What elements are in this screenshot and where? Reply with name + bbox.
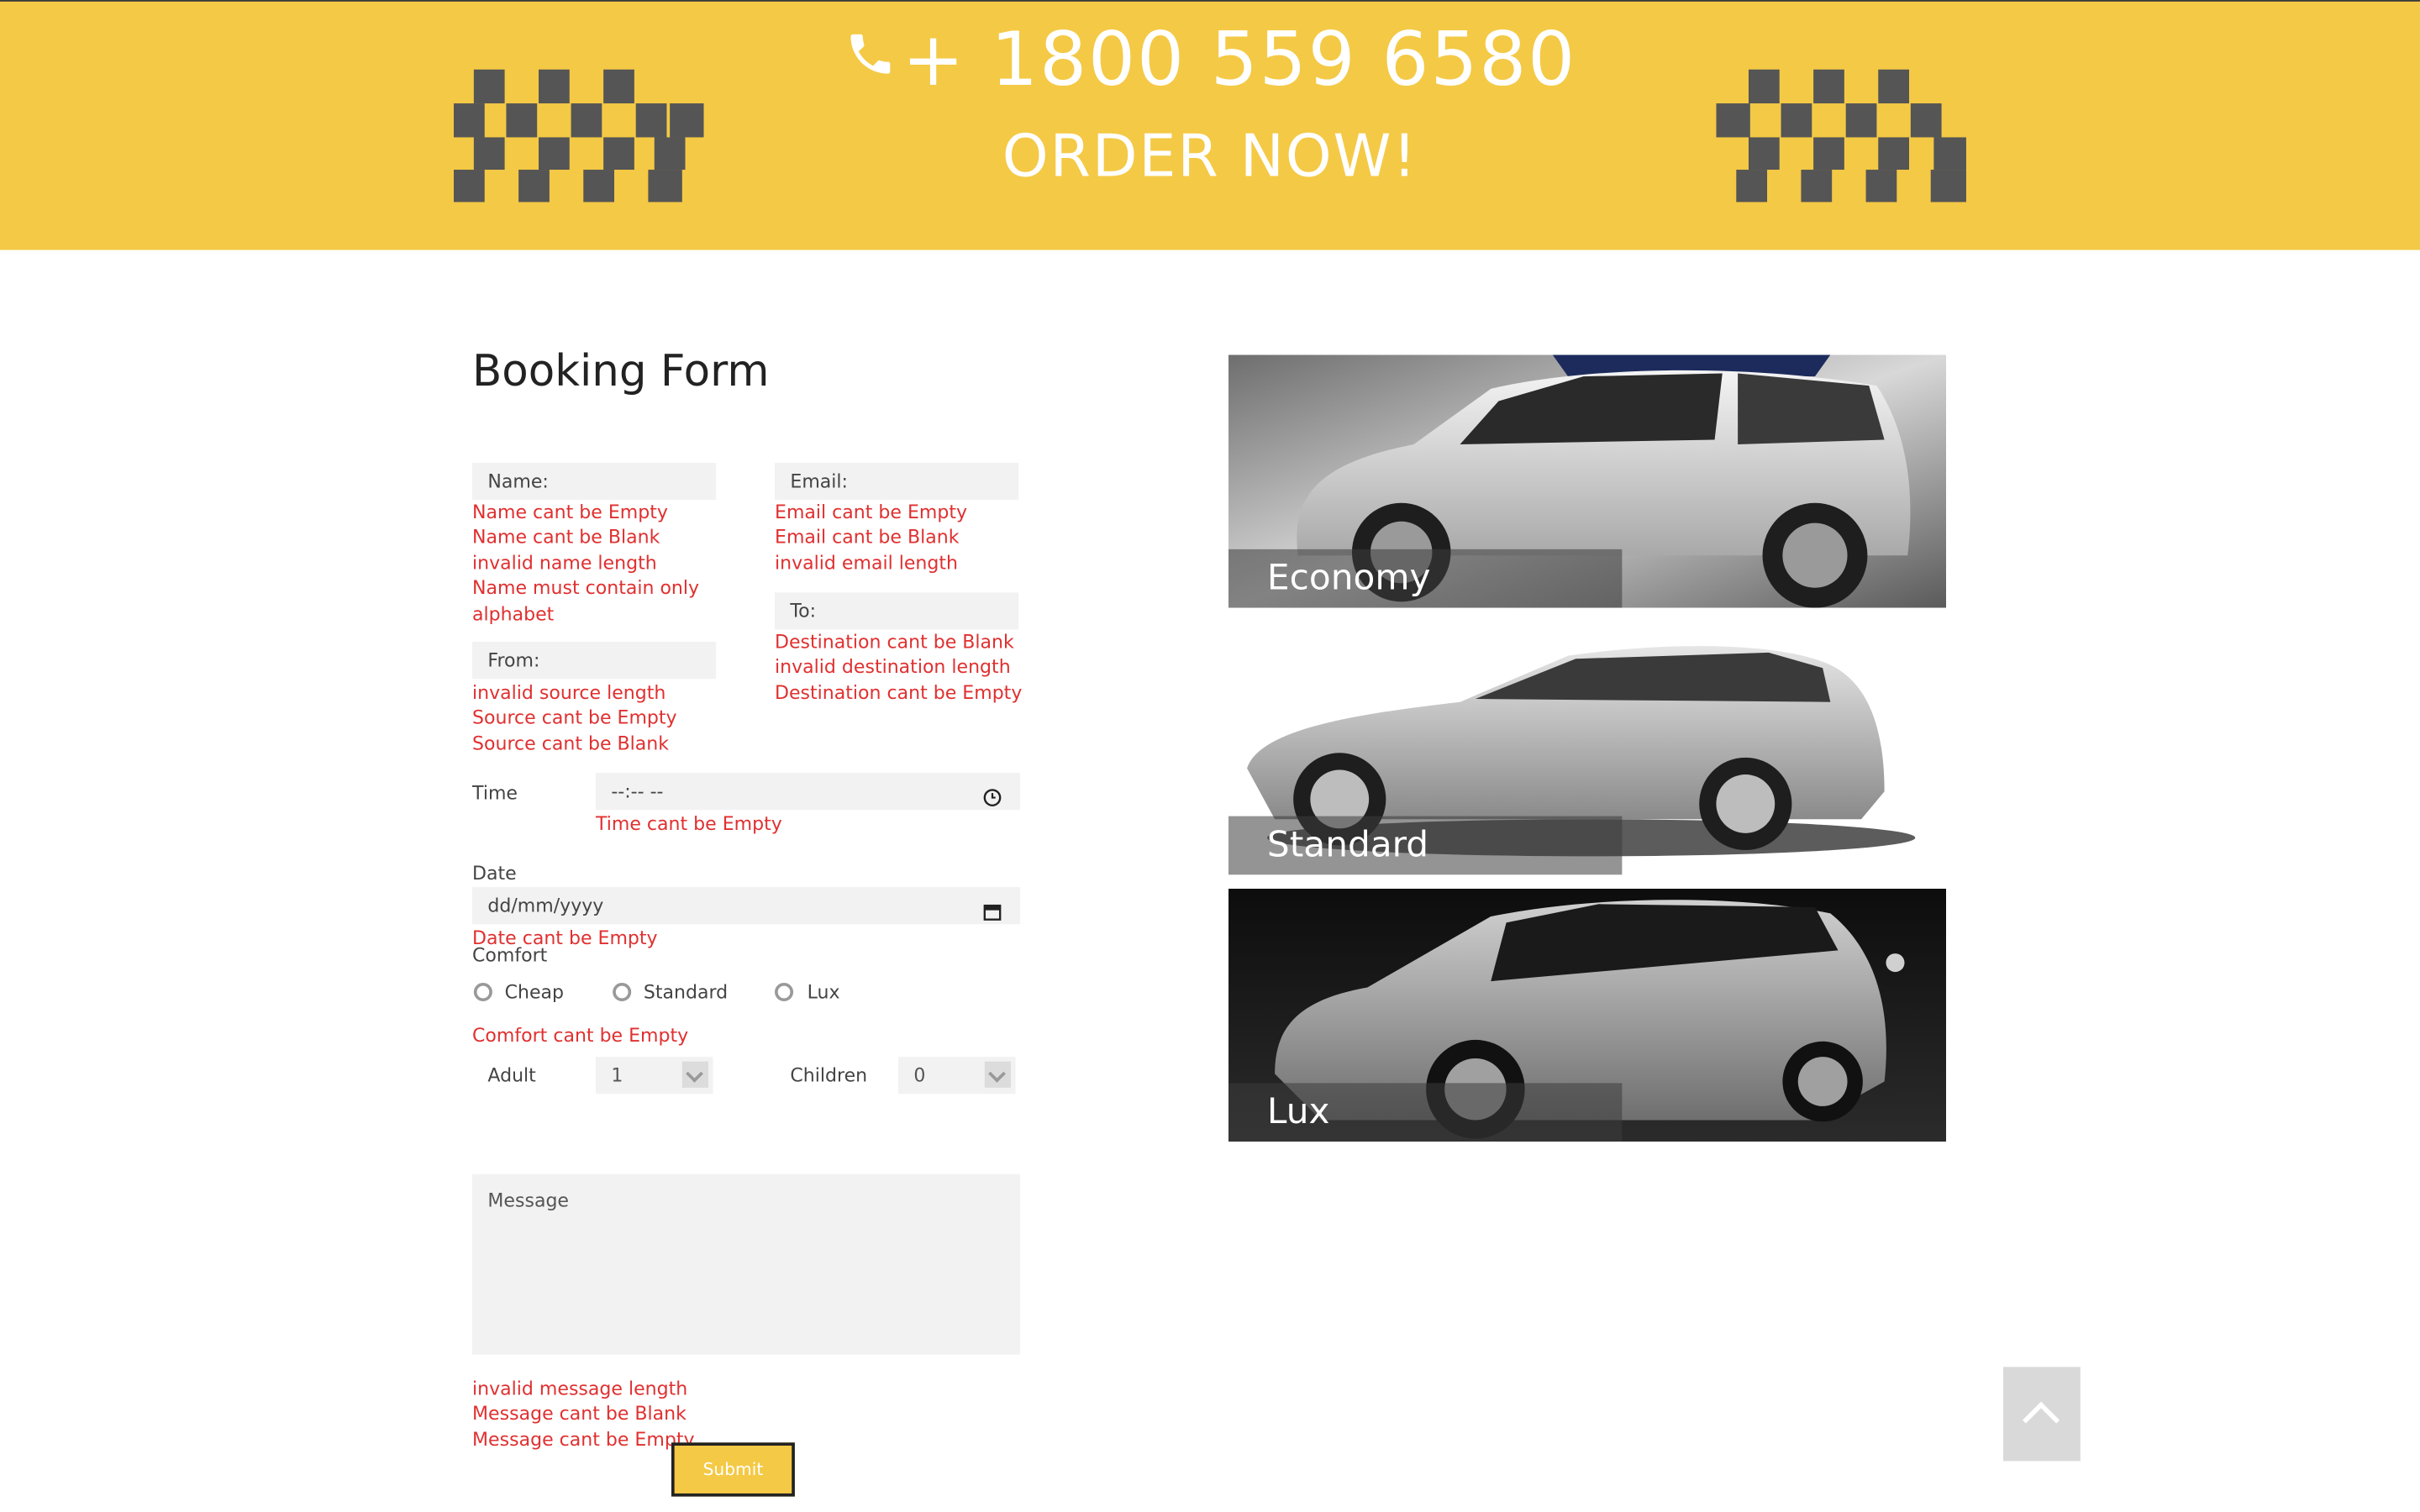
error-text: Source cant be Empty (472, 706, 677, 729)
car-card-economy[interactable]: Economy (1228, 354, 1947, 608)
error-text: invalid message length (472, 1378, 688, 1399)
car-label-lux: Lux (1228, 1083, 1623, 1142)
car-label-standard: Standard (1228, 816, 1623, 875)
time-input[interactable]: --:-- -- (595, 773, 1021, 811)
email-input[interactable]: Email: (775, 463, 1019, 501)
time-placeholder: --:-- -- (611, 780, 664, 803)
order-now-heading: ORDER NOW! (1002, 122, 1418, 190)
chevron-down-icon (984, 1061, 1012, 1088)
adult-select[interactable]: 1 (595, 1057, 713, 1095)
adult-value: 1 (611, 1064, 623, 1087)
error-text: Email cant be Empty (775, 501, 968, 523)
error-text: Name cant be Blank (472, 527, 660, 549)
error-text: Comfort cant be Empty (472, 1024, 689, 1047)
clock-icon (983, 782, 1002, 819)
error-text: Message cant be Empty (472, 1428, 695, 1451)
booking-form-title: Booking Form (472, 345, 770, 397)
date-label: Date (472, 862, 517, 885)
comfort-label: Comfort (472, 944, 548, 966)
radio-standard-label: Standard (643, 981, 729, 1003)
error-text: Destination cant be Empty (775, 681, 1023, 704)
error-text: alphabet (472, 602, 555, 625)
radio-lux-label: Lux (807, 981, 840, 1003)
phone-number[interactable]: + 1800 559 6580 (0, 17, 2420, 108)
children-select[interactable]: 0 (897, 1057, 1016, 1095)
error-text: invalid name length (472, 552, 657, 574)
error-text: Time cant be Empty (595, 812, 782, 835)
message-placeholder: Message (487, 1189, 569, 1211)
radio-lux[interactable] (775, 982, 794, 1002)
children-label: Children (790, 1064, 868, 1087)
error-text: Email cant be Blank (775, 527, 960, 549)
error-text: invalid email length (775, 552, 958, 574)
chevron-down-icon (681, 1061, 709, 1088)
car-card-standard[interactable]: Standard (1228, 622, 1947, 875)
page: + 1800 559 6580 ORDER NOW! Booking Form … (0, 0, 2420, 1512)
adult-label: Adult (487, 1064, 536, 1087)
header-banner: + 1800 559 6580 ORDER NOW! (0, 0, 2420, 250)
email-errors: Email cant be Empty Email cant be Blank … (775, 500, 967, 575)
error-text: invalid destination length (775, 656, 1011, 679)
message-textarea[interactable]: Message (472, 1173, 1021, 1355)
checker-pattern-right (1716, 69, 1966, 202)
error-text: Source cant be Blank (472, 732, 670, 754)
error-text: Destination cant be Blank (775, 631, 1014, 653)
radio-cheap[interactable] (473, 982, 492, 1002)
children-value: 0 (913, 1064, 926, 1087)
phone-icon (844, 13, 896, 99)
from-input[interactable]: From: (472, 642, 717, 680)
car-card-lux[interactable]: Lux (1228, 888, 1947, 1142)
error-text: Message cant be Blank (472, 1403, 687, 1425)
date-input[interactable]: dd/mm/yyyy (472, 887, 1021, 925)
comfort-errors: Comfort cant be Empty (472, 1023, 688, 1048)
radio-cheap-label: Cheap (504, 981, 565, 1003)
name-input[interactable]: Name: (472, 463, 717, 501)
phone-number-text: + 1800 559 6580 (902, 17, 1577, 104)
error-text: Name cant be Empty (472, 501, 668, 523)
radio-standard[interactable] (613, 982, 632, 1002)
name-errors: Name cant be Empty Name cant be Blank in… (472, 500, 699, 627)
to-errors: Destination cant be Blank invalid destin… (775, 629, 1022, 705)
error-text: invalid source length (472, 681, 666, 704)
calendar-icon (983, 896, 1002, 933)
error-text: Name must contain only (472, 577, 700, 600)
scroll-to-top-button[interactable] (2003, 1367, 2081, 1462)
time-errors: Time cant be Empty (596, 811, 782, 837)
submit-button[interactable]: Submit (671, 1442, 795, 1497)
car-label-economy: Economy (1228, 549, 1623, 608)
time-label: Time (472, 782, 518, 804)
to-input[interactable]: To: (775, 592, 1019, 630)
message-errors: invalid message length Message cant be B… (472, 1376, 694, 1452)
from-errors: invalid source length Source cant be Emp… (472, 680, 677, 756)
date-placeholder: dd/mm/yyyy (487, 895, 604, 916)
